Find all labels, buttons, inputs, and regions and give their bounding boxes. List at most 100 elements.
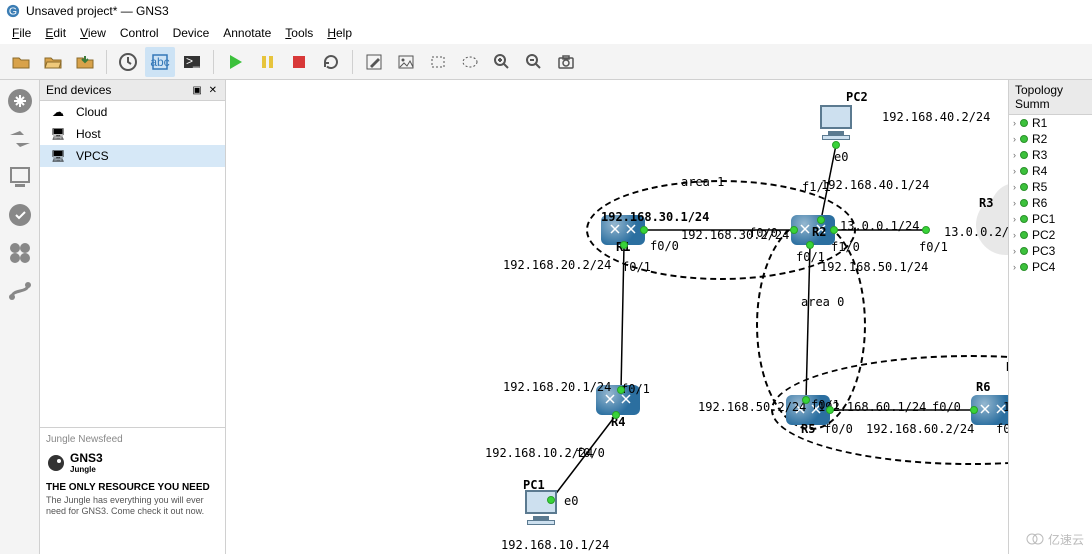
topology-canvas[interactable]: area 1area 0RIPPC2192.168.40.2/24e0f1/11… — [226, 80, 1008, 554]
link-status-dot — [617, 386, 625, 394]
routers-category-button[interactable] — [3, 84, 37, 118]
start-all-button[interactable] — [220, 47, 250, 77]
toolbar: abc >_ — [0, 44, 1092, 80]
show-labels-button[interactable]: abc — [145, 47, 175, 77]
vpcs-icon: 🖥 — [48, 149, 68, 163]
topology-item-label: R4 — [1032, 164, 1047, 178]
node-pc2[interactable] — [816, 105, 856, 145]
chevron-right-icon: › — [1013, 198, 1016, 208]
save-button[interactable] — [70, 47, 100, 77]
canvas-label: f0/0 — [749, 226, 778, 240]
menu-file[interactable]: File — [6, 24, 37, 42]
stop-all-button[interactable] — [284, 47, 314, 77]
console-button[interactable]: >_ — [177, 47, 207, 77]
canvas-label: PC1 — [523, 478, 545, 492]
security-category-button[interactable] — [3, 198, 37, 232]
chevron-right-icon: › — [1013, 166, 1016, 176]
topology-item-label: R2 — [1032, 132, 1047, 146]
canvas-label: 192.168.10.1/24 — [501, 538, 609, 552]
menu-control[interactable]: Control — [114, 24, 165, 42]
app-icon: G — [6, 4, 20, 18]
canvas-label: R2 — [812, 225, 826, 239]
canvas-label: 13.0.0.1/24 — [840, 219, 919, 233]
zoom-out-button[interactable] — [519, 47, 549, 77]
image-button[interactable] — [391, 47, 421, 77]
topology-summary-title: Topology Summ — [1009, 80, 1092, 115]
menu-view[interactable]: View — [74, 24, 112, 42]
zoom-in-button[interactable] — [487, 47, 517, 77]
chevron-right-icon: › — [1013, 214, 1016, 224]
topology-summary-panel: Topology Summ ›R1›R2›R3›R4›R5›R6›PC1›PC2… — [1008, 80, 1092, 554]
menu-edit[interactable]: Edit — [39, 24, 72, 42]
rect-button[interactable] — [423, 47, 453, 77]
canvas-label: 192.168.20.2/24 — [503, 258, 611, 272]
device-cloud[interactable]: ☁ Cloud — [40, 101, 225, 123]
status-dot-icon — [1020, 167, 1028, 175]
pause-all-button[interactable] — [252, 47, 282, 77]
menu-annotate[interactable]: Annotate — [217, 24, 277, 42]
end-devices-category-button[interactable] — [3, 160, 37, 194]
status-dot-icon — [1020, 247, 1028, 255]
canvas-label: 192.168.50.2/24 — [698, 400, 806, 414]
newsfeed-headline: THE ONLY RESOURCE YOU NEED — [46, 482, 219, 493]
status-dot-icon — [1020, 183, 1028, 191]
status-dot-icon — [1020, 231, 1028, 239]
topology-item-pc1[interactable]: › PC1 — [1009, 211, 1092, 227]
open-project-button[interactable] — [38, 47, 68, 77]
device-vpcs[interactable]: 🖥 VPCS — [40, 145, 225, 167]
canvas-label: 192.168.70.2/24 — [1003, 400, 1008, 414]
screenshot-button[interactable] — [551, 47, 581, 77]
annotate-button[interactable] — [359, 47, 389, 77]
topology-item-r1[interactable]: ›R1 — [1009, 115, 1092, 131]
canvas-label: 192.168.50.1/24 — [820, 260, 928, 274]
newsfeed: Jungle Newsfeed GNS3 Jungle THE ONLY RES… — [40, 427, 225, 523]
canvas-label: PC2 — [846, 90, 868, 104]
menu-tools[interactable]: Tools — [279, 24, 319, 42]
node-pc1[interactable] — [521, 490, 561, 530]
link-status-dot — [547, 496, 555, 504]
topology-item-r4[interactable]: › R4 — [1009, 163, 1092, 179]
window-title: Unsaved project* — GNS3 — [26, 4, 169, 18]
topology-item-r2[interactable]: › R2 — [1009, 131, 1092, 147]
add-link-button[interactable] — [3, 274, 37, 308]
topology-item-r6[interactable]: ›R6 — [1009, 195, 1092, 211]
canvas-label: e0 — [564, 494, 578, 508]
gns3-logo: GNS3 Jungle — [46, 451, 219, 474]
topology-item-pc4[interactable]: ›PC4 — [1009, 259, 1092, 275]
topology-item-label: R1 — [1032, 116, 1047, 130]
topology-item-pc2[interactable]: ›PC2 — [1009, 227, 1092, 243]
status-dot-icon — [1020, 135, 1028, 143]
topology-item-label: R5 — [1032, 180, 1047, 194]
canvas-label: R5 — [801, 422, 815, 436]
switches-category-button[interactable] — [3, 122, 37, 156]
chevron-right-icon: › — [1013, 134, 1016, 144]
topology-item-pc3[interactable]: ›PC3 — [1009, 243, 1092, 259]
menu-help[interactable]: Help — [321, 24, 358, 42]
link-status-dot — [802, 396, 810, 404]
ellipse-button[interactable] — [455, 47, 485, 77]
titlebar: G Unsaved project* — GNS3 — [0, 0, 1092, 22]
device-host[interactable]: 🖥 Host — [40, 123, 225, 145]
newsfeed-header: Jungle Newsfeed — [46, 434, 219, 445]
open-button[interactable] — [6, 47, 36, 77]
canvas-label: f1/0 — [831, 240, 860, 254]
topology-item-r5[interactable]: ›R5 — [1009, 179, 1092, 195]
topology-item-label: PC1 — [1032, 212, 1055, 226]
all-devices-button[interactable] — [3, 236, 37, 270]
devices-panel-title: End devices ▣ ✕ — [40, 80, 225, 101]
canvas-label: f0/1 — [919, 240, 948, 254]
snapshot-button[interactable] — [113, 47, 143, 77]
canvas-label: 192.168.60.2/24 — [866, 422, 974, 436]
panel-controls[interactable]: ▣ ✕ — [192, 85, 219, 96]
status-dot-icon — [1020, 151, 1028, 159]
topology-item-r3[interactable]: › R3 — [1009, 147, 1092, 163]
canvas-label: 192.168.20.1/24 — [503, 380, 611, 394]
chevron-right-icon: › — [1013, 150, 1016, 160]
reload-button[interactable] — [316, 47, 346, 77]
device-toolbar — [0, 80, 40, 554]
canvas-label: R3 — [979, 196, 993, 210]
canvas-label: 192.168.60.1/24 — [818, 400, 926, 414]
menu-device[interactable]: Device — [167, 24, 216, 42]
topology-item-label: R3 — [1032, 148, 1047, 162]
chevron-right-icon: › — [1013, 230, 1016, 240]
